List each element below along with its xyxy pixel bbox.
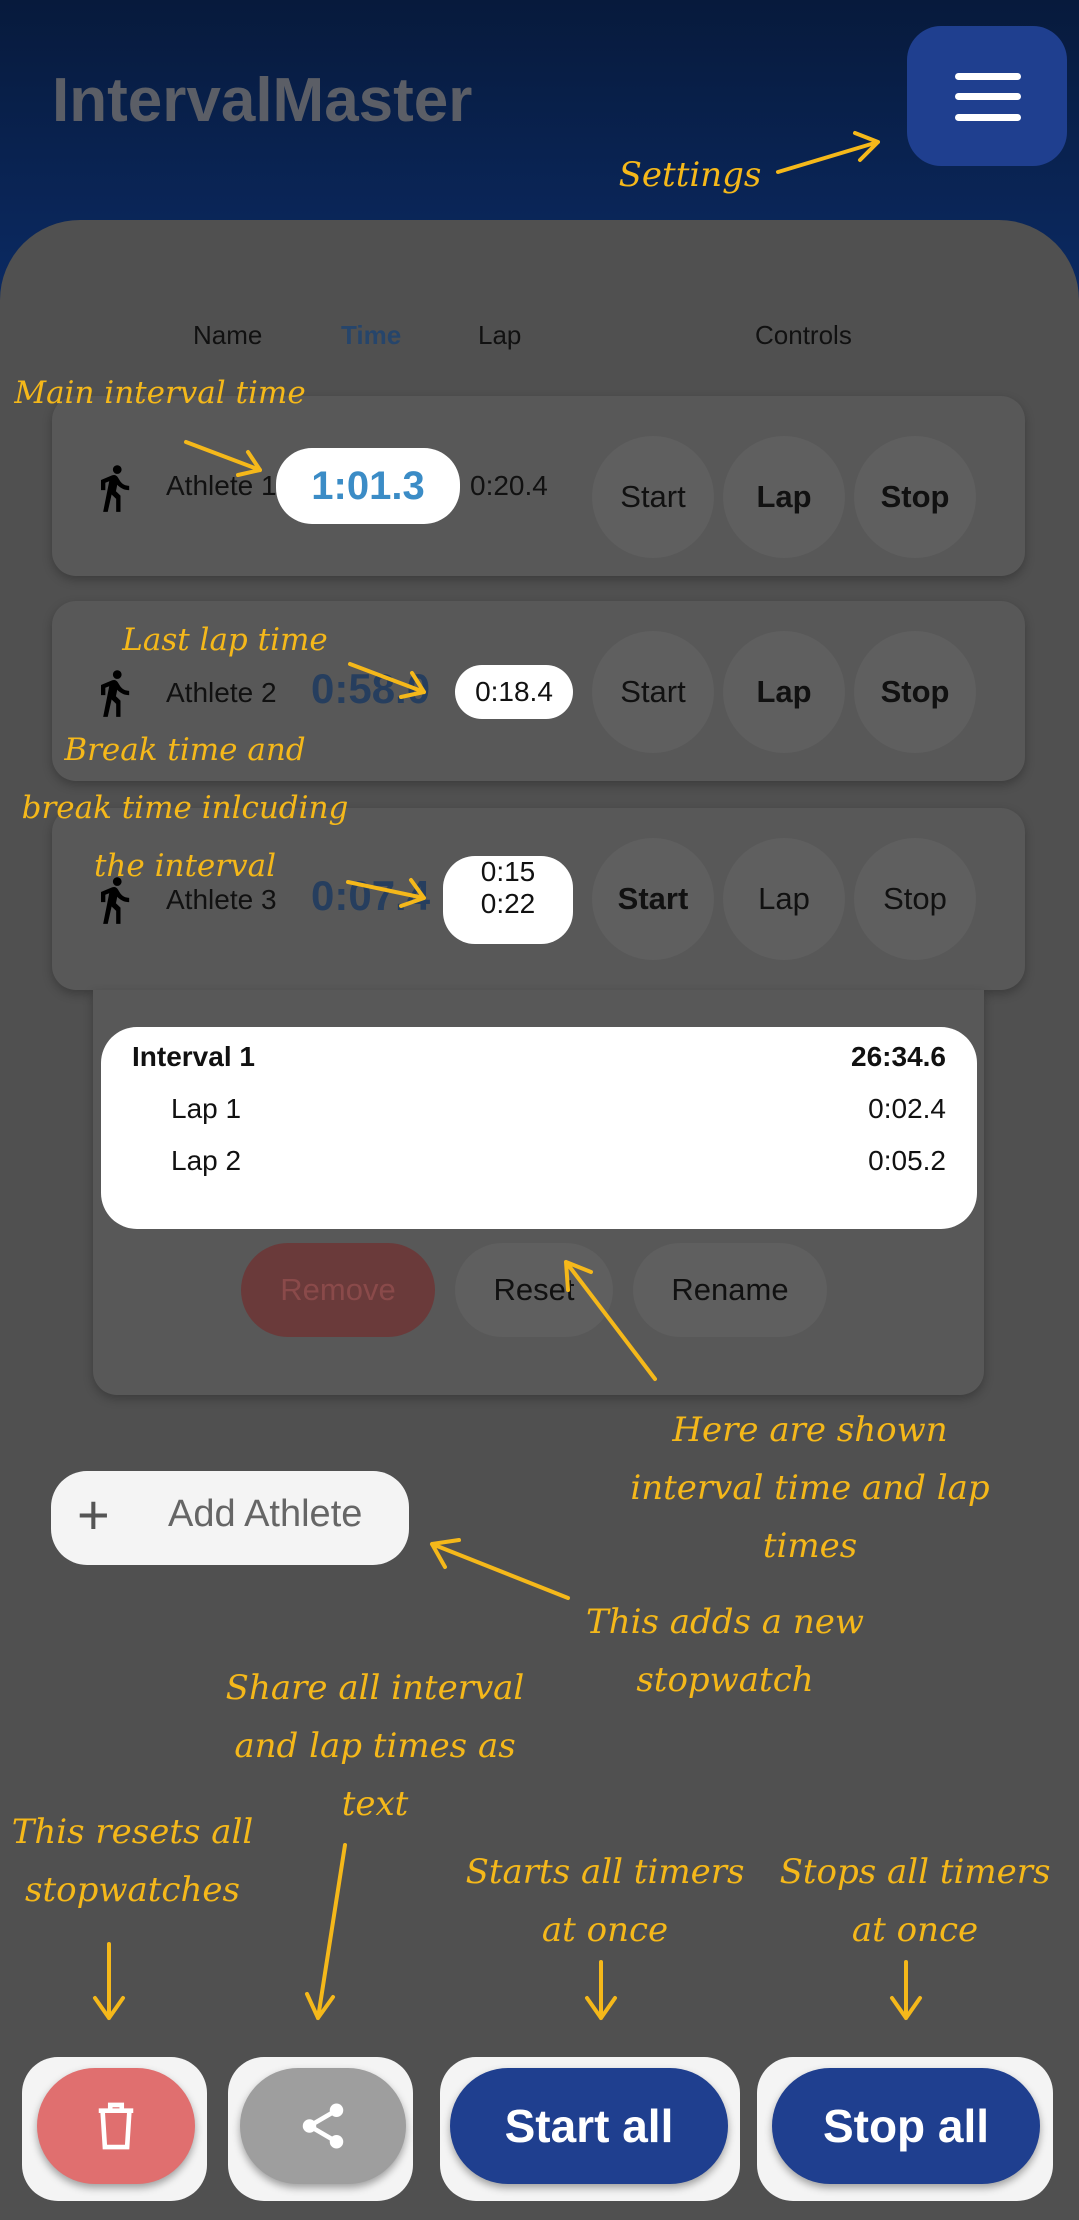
annotation-break: break time inlcuding [21, 790, 349, 826]
lap-button[interactable]: Lap [723, 838, 845, 960]
add-athlete-label: Add Athlete [168, 1493, 363, 1535]
stop-all-label: Stop all [822, 2100, 990, 2152]
athlete-row[interactable]: Athlete 1 1:01.3 0:20.4 Start Lap Stop [52, 396, 1025, 576]
annotation-stop: Stops all timers [779, 1852, 1051, 1892]
start-all-button[interactable]: Start all [450, 2068, 728, 2184]
stop-button[interactable]: Stop [854, 631, 976, 753]
stop-all-button[interactable]: Stop all [772, 2068, 1040, 2184]
athlete-name: Athlete 3 [166, 884, 277, 915]
runner-icon [101, 465, 130, 512]
lap-time: 0:20.4 [470, 470, 548, 501]
share-icon [302, 2103, 344, 2149]
break-total-time: 0:22 [480, 888, 536, 919]
start-button[interactable]: Start [592, 631, 714, 753]
interval-time: 0:07.4 [311, 872, 431, 919]
lap-button[interactable]: Lap [723, 436, 845, 558]
annotation-break: the interval [93, 848, 277, 884]
last-lap-pill: 0:18.4 [455, 665, 573, 719]
share-all-button[interactable] [240, 2068, 406, 2184]
column-header-controls: Controls [755, 320, 852, 350]
annotation-reset: This resets all [11, 1812, 254, 1852]
app-title: IntervalMaster [52, 66, 473, 135]
lap-times-card: Interval 1 26:34.6 Lap 1 0:02.4 Lap 2 0:… [101, 1027, 977, 1229]
interval-time-pill: 1:01.3 [276, 448, 460, 524]
annotation-break: Break time and [64, 732, 306, 768]
remove-button[interactable]: Remove [241, 1243, 435, 1337]
annotation-last-lap: Last lap time [122, 622, 328, 658]
annotation-main-time: Main interval time [14, 375, 306, 411]
lap-label: Lap 2 [171, 1145, 242, 1176]
lap-time: 0:18.4 [475, 676, 553, 707]
hamburger-icon [955, 73, 1021, 80]
break-time: 0:15 [480, 856, 536, 887]
athlete-row[interactable]: Athlete 3 0:07.4 0:15 0:22 Start Lap Sto… [52, 808, 1025, 990]
stop-button[interactable]: Stop [854, 436, 976, 558]
column-header-time[interactable]: Time [341, 320, 401, 351]
reset-button[interactable]: Reset [455, 1243, 613, 1337]
annotation-add: stopwatch [636, 1660, 814, 1700]
runner-icon [101, 670, 130, 717]
add-athlete-button[interactable]: + Add Athlete [51, 1471, 409, 1565]
interval-time: 1:01.3 [311, 464, 425, 508]
annotation-share: Share all interval [225, 1668, 525, 1708]
column-header-lap: Lap [478, 320, 522, 350]
trash-icon [98, 2102, 134, 2150]
annotation-lap-list: times [762, 1526, 858, 1566]
lap-label: Lap 1 [171, 1093, 242, 1124]
annotation-add: This adds a new [586, 1602, 864, 1642]
interval-time: 0:58.0 [311, 665, 431, 712]
break-time-pill: 0:15 0:22 [443, 856, 573, 944]
settings-menu-button[interactable] [907, 26, 1067, 166]
annotation-stop: at once [851, 1910, 979, 1950]
interval-label: Interval 1 [132, 1041, 255, 1072]
athlete-name: Athlete 2 [166, 677, 277, 708]
annotation-lap-list: Here are shown [672, 1410, 948, 1450]
annotation-reset: stopwatches [25, 1870, 240, 1910]
annotation-start: at once [541, 1910, 669, 1950]
athlete-name: Athlete 1 [166, 470, 277, 501]
interval-total-time: 26:34.6 [851, 1041, 946, 1072]
start-all-label: Start all [504, 2100, 674, 2152]
start-button[interactable]: Start [592, 838, 714, 960]
annotation-settings: Settings [618, 155, 762, 195]
annotation-start: Starts all timers [465, 1852, 745, 1892]
annotation-share: and lap times as [234, 1726, 516, 1766]
lap-time: 0:05.2 [868, 1145, 946, 1176]
rename-button[interactable]: Rename [633, 1243, 827, 1337]
plus-icon: + [77, 1483, 110, 1546]
reset-all-button[interactable] [37, 2068, 195, 2184]
lap-button[interactable]: Lap [723, 631, 845, 753]
stop-button[interactable]: Stop [854, 838, 976, 960]
lap-time: 0:02.4 [868, 1093, 946, 1124]
column-header-name: Name [193, 320, 263, 350]
start-button[interactable]: Start [592, 436, 714, 558]
annotation-lap-list: interval time and lap [630, 1468, 990, 1508]
